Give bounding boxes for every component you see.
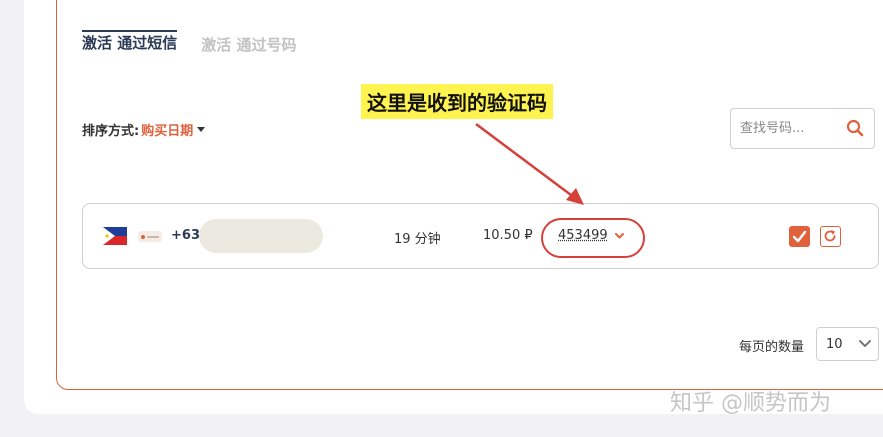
sort-value: 购买日期 <box>141 124 194 139</box>
chevron-down-icon <box>859 340 871 347</box>
refresh-icon <box>824 230 836 242</box>
caret-down-icon <box>197 127 206 132</box>
price: 10.50 ₽ <box>483 228 533 243</box>
philippines-flag-icon <box>103 227 127 245</box>
check-icon <box>792 230 807 243</box>
sort-dropdown[interactable]: 购买日期 <box>141 120 206 139</box>
per-page-value: 10 <box>826 336 843 352</box>
phone-prefix: +63 <box>171 228 200 243</box>
watermark: 知乎 @顺势而为 <box>670 391 831 416</box>
search-icon[interactable] <box>846 119 864 137</box>
sort-control: 排序方式: 购买日期 <box>82 120 206 139</box>
sms-code-dropdown[interactable]: 453499 <box>558 228 625 243</box>
per-page-label: 每页的数量 <box>739 340 805 355</box>
activation-row: +63 19 分钟 10.50 ₽ 453499 <box>82 203 879 269</box>
per-page-select[interactable]: 10 <box>816 327 879 361</box>
annotation-label: 这里是收到的验证码 <box>361 84 553 119</box>
phone-number-redacted <box>199 219 323 253</box>
sms-code: 453499 <box>558 228 608 243</box>
sort-label: 排序方式: <box>82 124 140 139</box>
tab-activate-by-number[interactable]: 激活 通过号码 <box>201 34 296 59</box>
service-logo-icon <box>138 231 162 242</box>
search-box <box>730 108 875 149</box>
search-input[interactable] <box>740 121 850 136</box>
time-remaining: 19 分钟 <box>394 232 441 247</box>
tab-activate-by-sms[interactable]: 激活 通过短信 <box>82 30 178 59</box>
refresh-button[interactable] <box>820 226 841 247</box>
complete-button[interactable] <box>789 226 810 247</box>
tab-bar: 激活 通过短信 激活 通过号码 <box>82 30 296 59</box>
chevron-down-icon <box>614 233 624 239</box>
